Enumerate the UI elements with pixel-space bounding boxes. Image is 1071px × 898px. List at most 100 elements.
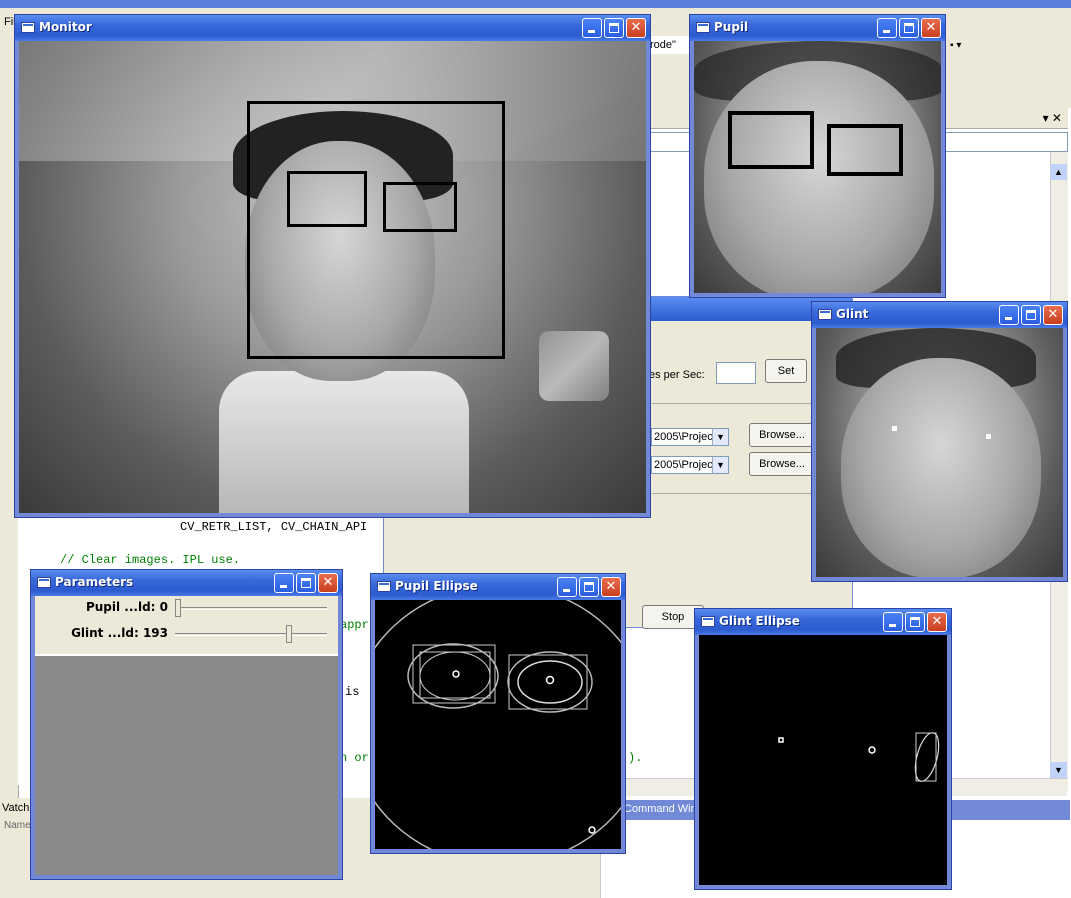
pupil-ellipse-title: Pupil Ellipse	[395, 579, 478, 593]
path-combo-1-text: 2005\Projec	[654, 431, 713, 443]
glint-dot	[986, 434, 991, 439]
glint-threshold-row: Glint ...ld: 193	[35, 624, 338, 646]
glint-point	[778, 737, 784, 743]
pupil-titlebar[interactable]: Pupil ✕	[690, 15, 945, 41]
window-icon	[818, 309, 832, 320]
pupil-threshold-slider[interactable]	[175, 607, 327, 610]
close-icon[interactable]: ✕	[626, 18, 646, 38]
window-icon	[37, 577, 51, 588]
glint-threshold-thumb[interactable]	[285, 625, 292, 643]
glint-circle	[588, 826, 596, 834]
pupil-threshold-row: Pupil ...ld: 0	[35, 598, 338, 620]
path-combo-2-text: 2005\Projec	[654, 459, 713, 471]
glint-window: Glint ✕	[811, 301, 1068, 582]
code-fragment: appr	[340, 618, 369, 632]
browse-button-1[interactable]: Browse...	[749, 423, 815, 447]
watch-tab[interactable]: Vatch	[2, 802, 29, 814]
glint-title: Glint	[836, 307, 869, 321]
minimize-icon[interactable]	[999, 305, 1019, 325]
pupil-threshold-thumb[interactable]	[175, 599, 181, 617]
minimize-icon[interactable]	[582, 18, 602, 38]
pupil-video	[694, 41, 941, 293]
left-eye-box	[287, 171, 367, 227]
monitor-title: Monitor	[39, 20, 92, 34]
glint-ellipse-canvas	[699, 635, 947, 885]
code-fragment: ).	[628, 751, 643, 765]
command-window-label: Command Wind	[624, 803, 703, 815]
glint-ellipse-titlebar[interactable]: Glint Ellipse ✕	[695, 609, 951, 635]
face-detection-box	[247, 101, 505, 359]
right-eye-ellipse-inner	[517, 660, 583, 704]
face-ellipse	[375, 600, 621, 849]
pupil-threshold-label: Pupil ...ld: 0	[85, 600, 168, 614]
minimize-icon[interactable]	[877, 18, 897, 38]
pupil-ellipse-titlebar[interactable]: Pupil Ellipse ✕	[371, 574, 625, 600]
panel-close-icon[interactable]: ▾ ✕	[1043, 111, 1062, 125]
minimize-icon[interactable]	[557, 577, 577, 597]
maximize-icon[interactable]	[899, 18, 919, 38]
maximize-icon[interactable]	[905, 612, 925, 632]
set-button[interactable]: Set	[765, 359, 807, 383]
parameters-client: Pupil ...ld: 0 Glint ...ld: 193	[35, 596, 338, 875]
pupil-ellipse-window: Pupil Ellipse ✕	[370, 573, 626, 854]
left-pupil-circle	[452, 670, 460, 678]
code-line: CV_RETR_LIST, CV_CHAIN_API	[180, 520, 368, 534]
face	[841, 358, 1041, 577]
ide-title-strip	[0, 0, 1071, 8]
close-icon[interactable]: ✕	[318, 573, 338, 593]
pupil-title: Pupil	[714, 20, 749, 34]
glint-ellipse-drawing	[778, 732, 940, 782]
window-icon	[377, 581, 391, 592]
path-combo-2[interactable]: 2005\Projec ▼	[651, 456, 729, 474]
maximize-icon[interactable]	[579, 577, 599, 597]
maximize-icon[interactable]	[296, 573, 316, 593]
left-eye-rect	[412, 644, 496, 704]
browse-button-2[interactable]: Browse...	[749, 452, 815, 476]
minimize-icon[interactable]	[274, 573, 294, 593]
monitor-video	[19, 41, 646, 513]
dropdown-arrow-icon[interactable]: ▼	[712, 457, 728, 473]
close-icon[interactable]: ✕	[921, 18, 941, 38]
glint-titlebar[interactable]: Glint ✕	[812, 302, 1067, 328]
parameters-image-area	[35, 654, 338, 875]
face	[704, 61, 934, 293]
right-eye-box	[383, 182, 457, 232]
glint-video	[816, 328, 1063, 577]
close-icon[interactable]: ✕	[927, 612, 947, 632]
glint-dot	[892, 426, 897, 431]
glint-threshold-slider[interactable]	[175, 633, 327, 636]
parameters-window: Parameters ✕ Pupil ...ld: 0 Glint ...ld:…	[30, 569, 343, 880]
combo-text[interactable]: rode"	[650, 36, 690, 54]
pupil-ellipse-canvas	[375, 600, 621, 849]
parameters-title: Parameters	[55, 575, 134, 589]
dropdown-arrow-icon[interactable]: ▼	[712, 429, 728, 445]
code-comment: // Clear images. IPL use.	[60, 553, 241, 567]
monitor-titlebar[interactable]: Monitor ✕	[15, 15, 650, 41]
parameters-titlebar[interactable]: Parameters ✕	[31, 570, 342, 596]
window-icon	[701, 616, 715, 627]
scroll-down-icon[interactable]: ▼	[1050, 762, 1067, 778]
shirt	[219, 371, 469, 513]
path-combo-1[interactable]: 2005\Projec ▼	[651, 428, 729, 446]
pupil-ellipse-drawing	[375, 600, 621, 849]
ceiling-light	[539, 331, 609, 401]
right-pupil-circle	[545, 675, 555, 685]
close-icon[interactable]: ✕	[601, 577, 621, 597]
pupil-window: Pupil ✕	[689, 14, 946, 298]
left-eye-ellipse-inner	[419, 651, 491, 701]
scroll-up-icon[interactable]: ▲	[1050, 164, 1067, 180]
glint-ellipse-title: Glint Ellipse	[719, 614, 800, 628]
monitor-window: Monitor ✕	[14, 14, 651, 518]
right-eye-box	[827, 124, 903, 176]
combo-dropdown-icon[interactable]: ▪ ▾	[950, 40, 970, 54]
fps-input[interactable]	[716, 362, 756, 384]
code-fragment: is	[345, 685, 360, 699]
fps-label: es per Sec:	[649, 369, 705, 381]
name-column: Name	[4, 820, 31, 831]
maximize-icon[interactable]	[1021, 305, 1041, 325]
glint-threshold-label: Glint ...ld: 193	[71, 626, 168, 640]
maximize-icon[interactable]	[604, 18, 624, 38]
glint-circle	[868, 746, 876, 754]
close-icon[interactable]: ✕	[1043, 305, 1063, 325]
minimize-icon[interactable]	[883, 612, 903, 632]
